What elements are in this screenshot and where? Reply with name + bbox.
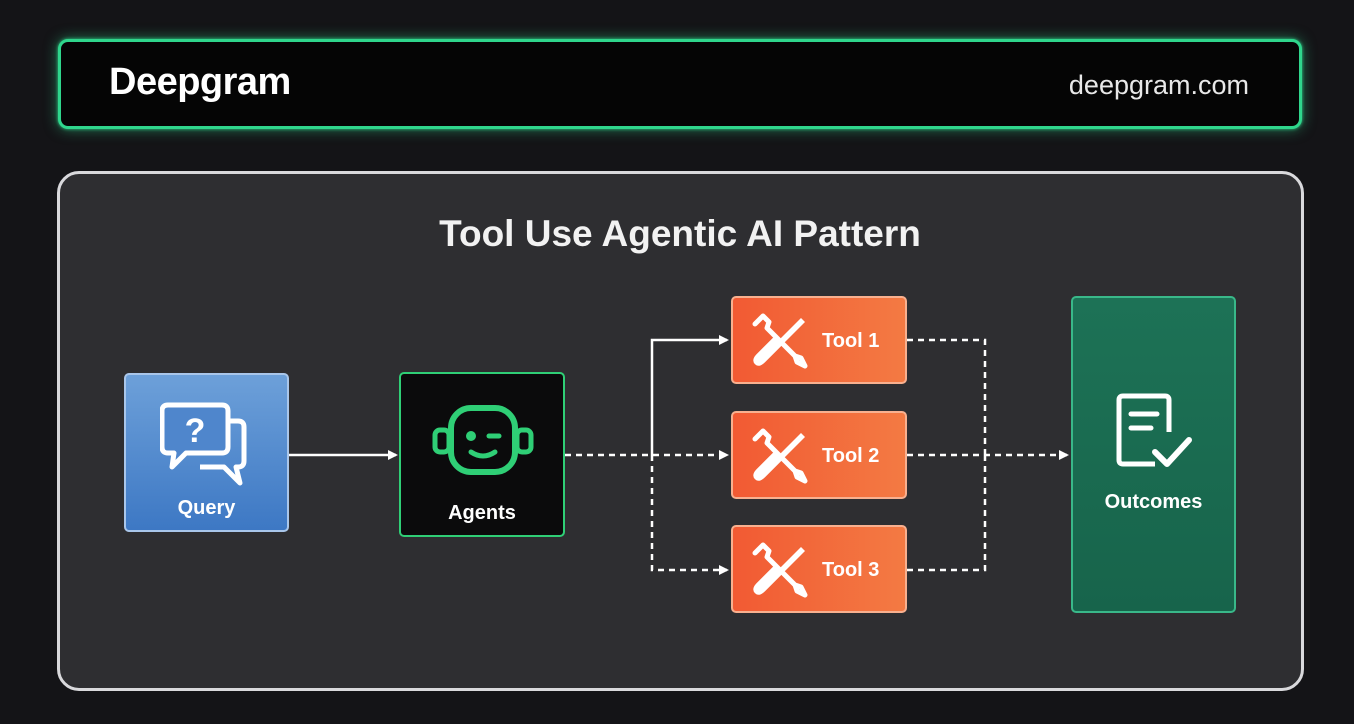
tool-2-label: Tool 2	[822, 445, 880, 467]
robot-icon	[432, 405, 534, 475]
svg-text:?: ?	[185, 412, 206, 450]
tool-3-node: Tool 3	[731, 525, 907, 613]
tool-3-label: Tool 3	[822, 559, 880, 581]
wrench-screwdriver-icon	[752, 313, 808, 369]
edge-agents-tool3	[650, 455, 729, 575]
agents-node: Agents	[399, 372, 565, 537]
wrench-screwdriver-icon	[752, 428, 808, 484]
outcomes-label: Outcomes	[1104, 491, 1203, 513]
tool-1-label: Tool 1	[822, 330, 880, 352]
outcomes-node: Outcomes	[1071, 296, 1236, 613]
tool-2-node: Tool 2	[731, 411, 907, 499]
checklist-icon	[1116, 393, 1192, 467]
wrench-screwdriver-icon	[752, 542, 808, 598]
tool-1-node: Tool 1	[731, 296, 907, 384]
agents-label: Agents	[448, 502, 516, 524]
edge-agents-tool1	[650, 335, 729, 455]
query-label: Query	[177, 497, 236, 519]
edge-tool1-outcomes	[907, 338, 987, 455]
edge-tool3-outcomes	[907, 455, 987, 572]
question-chat-icon: ?	[160, 402, 247, 486]
query-node: ? Query	[124, 373, 289, 532]
